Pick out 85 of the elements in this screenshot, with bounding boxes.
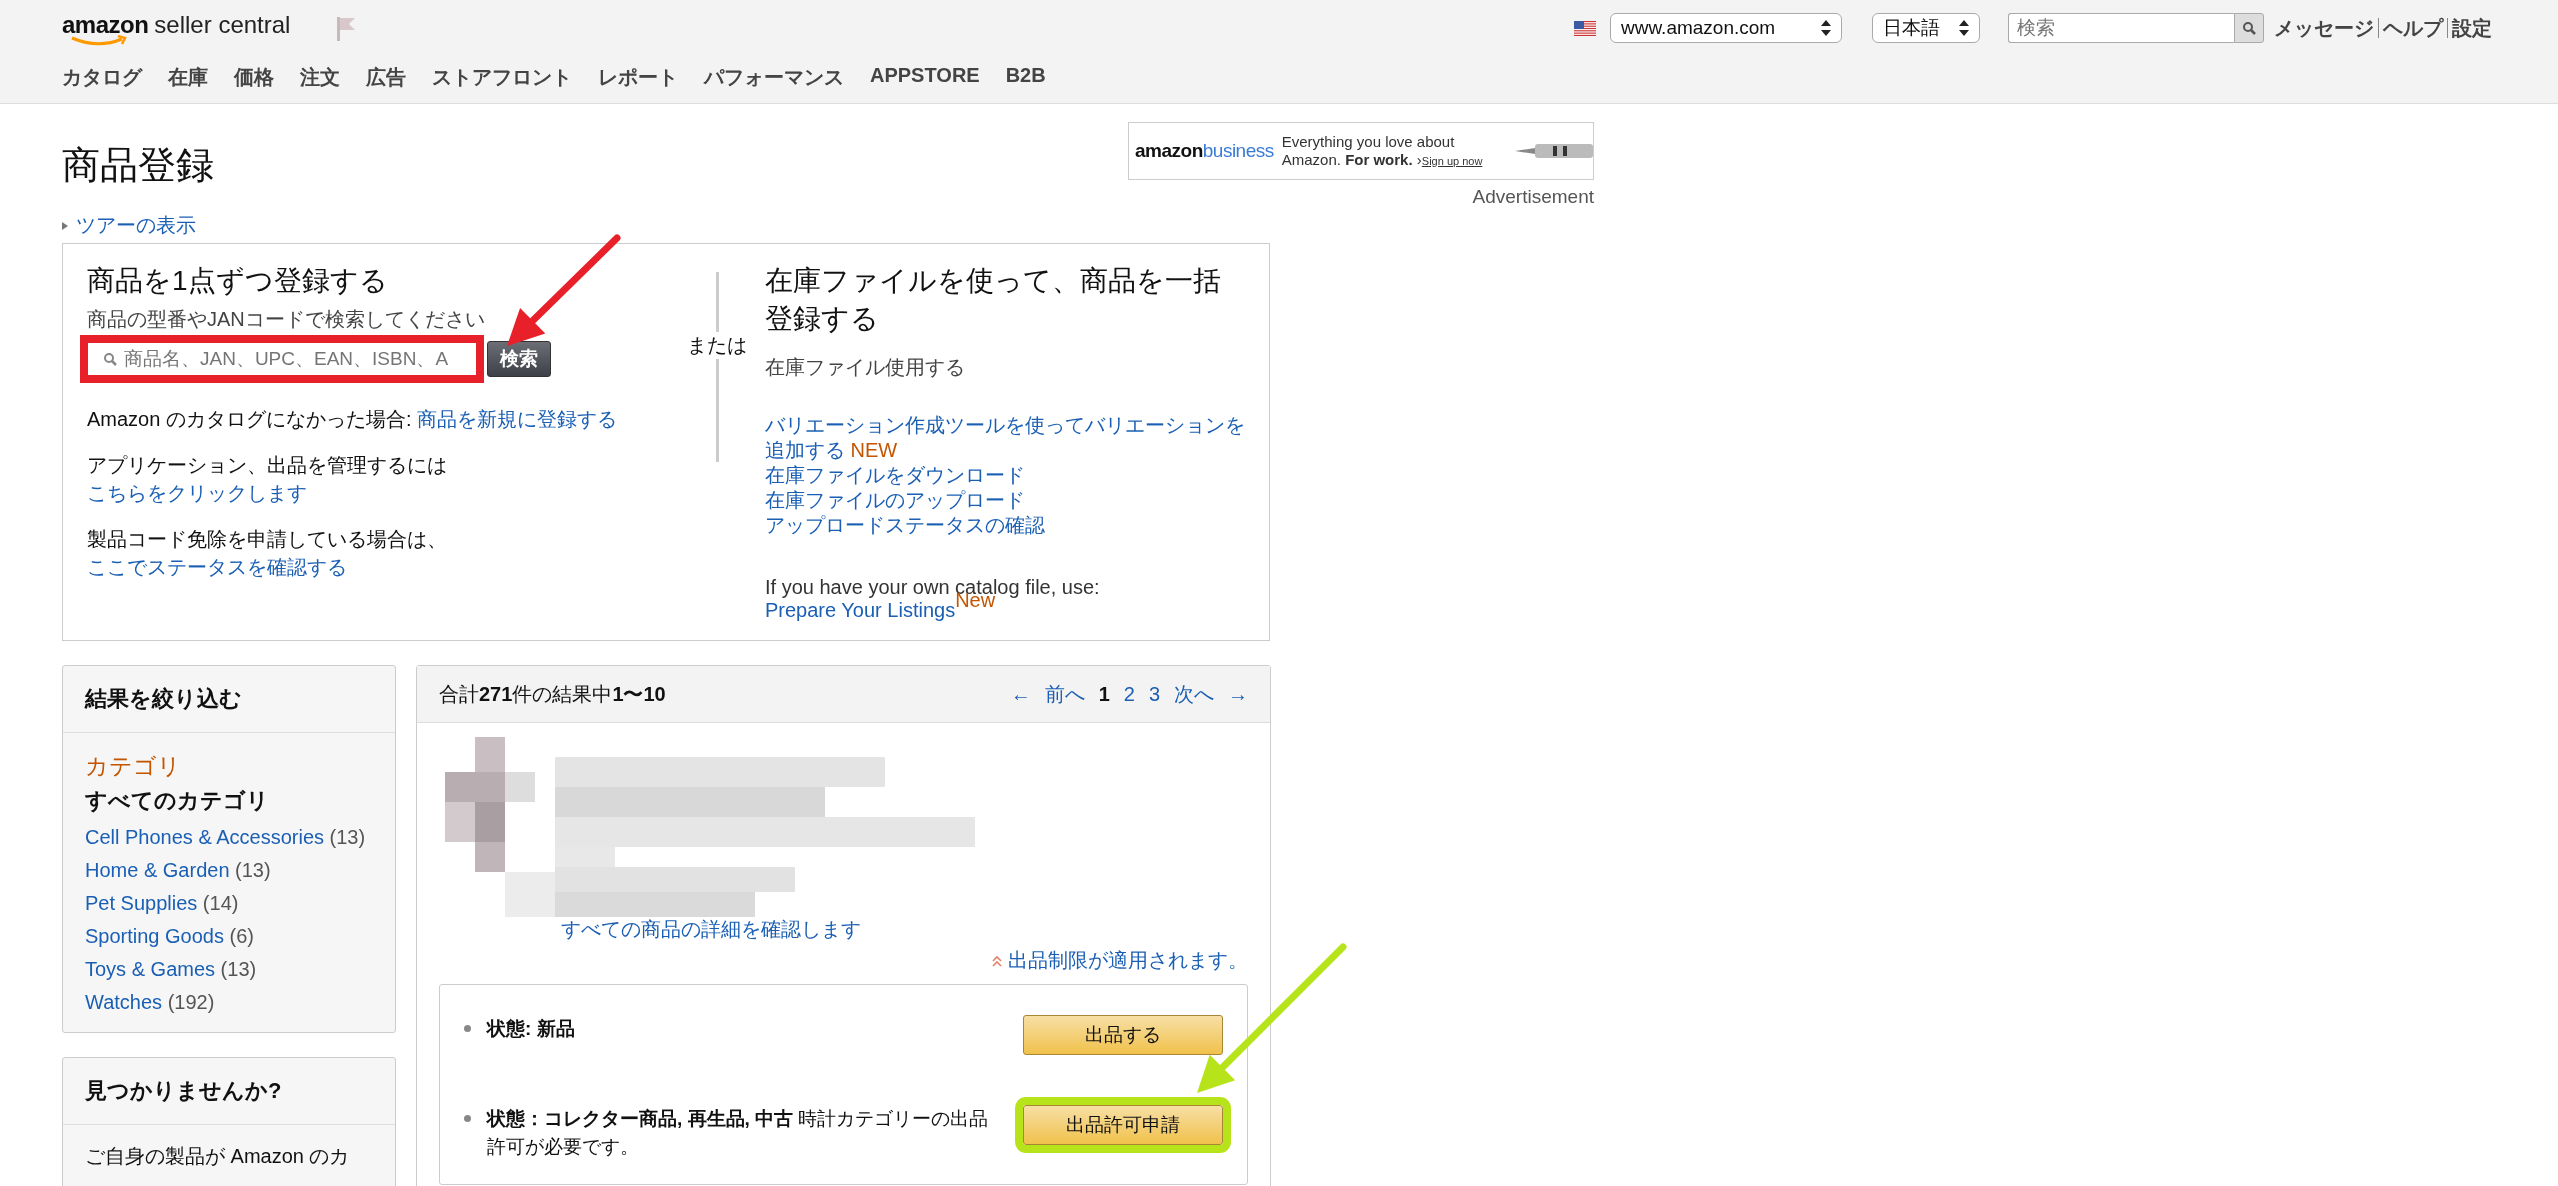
ad-logo: amazonbusiness [1135,140,1274,162]
search-button[interactable] [2234,13,2264,43]
nav-item[interactable]: 注文 [300,64,340,91]
category-count: (13) [220,958,257,980]
file-link[interactable]: バリエーション作成ツールを使ってバリエーションを追加する NEW [765,413,1245,463]
search-hint: 商品の型番やJANコードで検索してください [87,307,486,332]
product-search-field[interactable]: 商品名、JAN、UPC、EAN、ISBN、A [80,335,484,383]
category-count: (13) [329,826,366,848]
category-link[interactable]: Cell Phones & Accessories [85,826,324,848]
page-link[interactable]: 1 [1098,682,1110,706]
nav-item[interactable]: カタログ [62,64,142,91]
or-label: または [687,332,748,359]
nav-item[interactable]: ストアフロント [432,64,572,91]
page-link[interactable]: 2 [1123,682,1135,706]
file-link[interactable]: アップロードステータスの確認 [765,514,1045,536]
ad-chevron: › [1416,151,1422,168]
search-icon [2242,21,2256,35]
nav-item[interactable]: パフォーマンス [704,64,844,91]
condition-text: 状態：コレクター商品, 再生品, 中古 時計カテゴリーの出品許可が必要です。 [487,1107,990,1159]
category-count: (192) [167,991,215,1013]
section-title: 在庫ファイルを使って、商品を一括登録する [765,264,1222,336]
nav-item[interactable]: 在庫 [168,64,208,91]
ad-text: Everything you love about [1281,133,1456,151]
note-text: アプリケーション、出品を管理するには こちらをクリックします [87,453,448,506]
panel-title: 見つかりませんか? [63,1058,395,1125]
header-link[interactable]: 設定 [2452,14,2492,42]
search-button[interactable]: 検索 [487,341,551,377]
bullet-icon [464,1115,471,1122]
bullet-icon [464,1025,471,1032]
header-link[interactable]: ヘルプ [2383,14,2443,42]
note-link[interactable]: ここでステータスを確認する [87,556,347,578]
category-link[interactable]: Toys & Games [85,958,216,980]
next-link[interactable]: 次へ [1174,680,1214,708]
search-icon [103,352,117,366]
note-link[interactable]: こちらをクリックします [87,482,307,504]
section-title: 商品を1点ずつ登録する [87,264,389,298]
nav-item[interactable]: APPSTORE [870,64,980,91]
details-link[interactable]: すべての商品の詳細を確認します [561,916,861,943]
section-subtitle: 在庫ファイル使用する [765,355,966,380]
page-link[interactable]: 3 [1148,682,1160,706]
results-summary: 合計271件の結果中1〜10 [439,681,666,707]
condition-text: 状態: 新品 [487,1017,576,1041]
file-link[interactable]: 在庫ファイルをダウンロード [765,464,1025,486]
ad-text: Amazon. For work. [1281,151,1413,168]
restriction-link[interactable]: 出品制限が適用されます。 [1008,947,1248,974]
nav-item[interactable]: B2B [1005,64,1046,91]
panel-title: 結果を絞り込む [63,666,395,733]
prepare-listings-link[interactable]: Prepare Your Listings [765,599,956,622]
note-link[interactable]: 商品を新規に登録する [417,408,618,430]
category-heading: カテゴリ [85,752,182,781]
note-text: 製品コード免除を申請している場合は、 ここでステータスを確認する [87,527,448,580]
category-count: (6) [229,925,254,947]
category-link[interactable]: Home & Garden [85,859,230,881]
next-arrow[interactable]: → [1228,682,1248,706]
us-flag-icon [1574,20,1596,36]
category-count: (13) [235,859,271,881]
tour-link[interactable]: ツアーの表示 [76,212,196,239]
prev-arrow[interactable]: ← [1010,682,1031,706]
updown-arrows-icon [1959,20,1969,36]
nav-item[interactable]: レポート [598,64,678,91]
help-text: ご自身の製品が Amazon のカ [85,1144,351,1169]
all-categories: すべてのカテゴリ [85,787,270,815]
new-label: NEW [850,439,898,461]
category-link[interactable]: Watches [85,991,163,1013]
marketplace-select[interactable]: www.amazon.com [1610,13,1842,43]
listing-button[interactable]: 出品する [1023,1015,1223,1055]
nav-item[interactable]: 価格 [234,64,274,91]
header-link[interactable]: メッセージ [2274,14,2374,42]
category-count: (14) [202,892,239,914]
nav-item[interactable]: 広告 [366,64,406,91]
file-link[interactable]: 在庫ファイルのアップロード [765,489,1025,511]
category-link[interactable]: Pet Supplies [85,892,198,914]
updown-arrows-icon [1821,20,1831,36]
note-text: Amazon のカタログになかった場合: 商品を新規に登録する [87,407,619,432]
triangle-icon [62,221,68,230]
ad-banner[interactable]: amazonbusiness Everything you love about Amazon. For work. ›Sign up now [1128,122,1594,180]
search-field[interactable]: 検索 [2008,13,2234,43]
seller-central-logo[interactable]: amazon seller central [62,11,291,45]
page-title: 商品登録 [62,143,214,188]
ad-link[interactable]: Sign up now [1421,155,1483,167]
category-link[interactable]: Sporting Goods [85,925,224,947]
prev-link[interactable]: 前へ [1044,680,1085,708]
ad-caption: Advertisement [1472,186,1594,208]
chevron-up-icon [992,954,1002,967]
language-select[interactable]: 日本語 [1872,13,1980,43]
